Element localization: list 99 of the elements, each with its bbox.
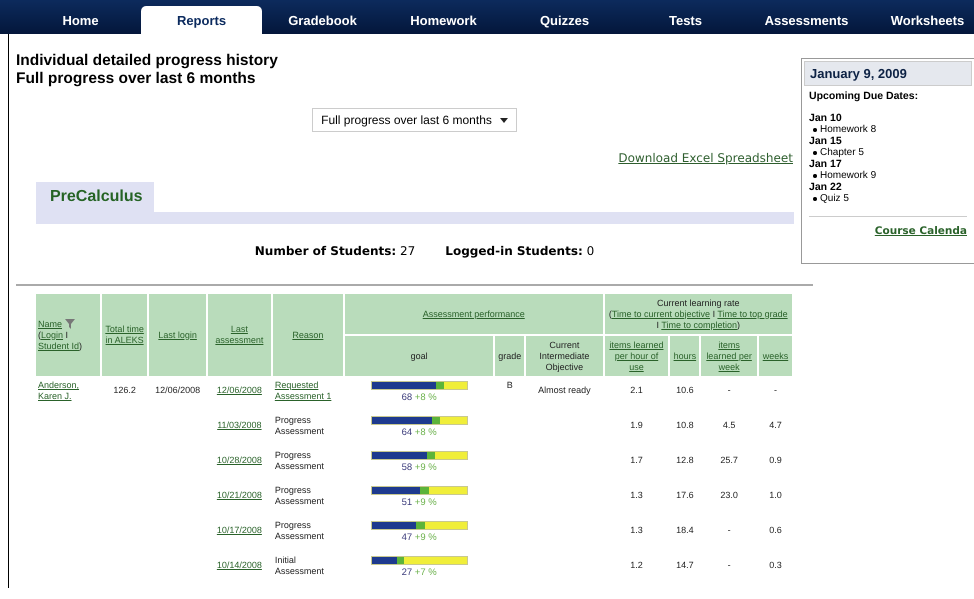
assessment-date-link[interactable]: 10/17/2008 [216,525,262,535]
table-cell: 0.3 [769,560,782,570]
table-cell: B [506,380,513,390]
table-cell: 126.2 [113,385,136,395]
header-link[interactable]: Time to current objective [612,308,710,318]
header-link[interactable]: Login [41,330,64,340]
table-cell: 10.8 [676,420,694,430]
assessment-type: Initial Assessment [274,555,325,577]
download-link[interactable]: Download Excel Spreadsheet [618,151,793,165]
column-header: grade [495,336,524,378]
assessment-date-link[interactable]: 10/21/2008 [216,490,262,500]
score-text: 47 +9 % [400,532,438,543]
bullet-icon [813,174,817,178]
due-date: Jan 10 [809,112,843,124]
due-item: Chapter 5 [820,147,864,158]
column-header-link[interactable]: Reason [292,330,324,340]
table-cell: 1.3 [630,490,643,500]
header-link[interactable]: Student Id [38,340,80,350]
column-header-link[interactable]: items learned per hour of use [606,340,666,372]
due-date: Jan 15 [809,135,843,147]
assessment-date-link[interactable]: 10/28/2008 [216,455,262,465]
stat-text: Number of Students: 27 [254,244,416,258]
table-cell: 12.8 [676,455,694,465]
due-dates-heading: Upcoming Due Dates: [809,90,920,102]
nav-tab[interactable]: Worksheets [867,6,974,34]
assessment-type: Progress Assessment [274,485,325,507]
student-name-link[interactable]: Anderson, Karen J. [38,380,98,402]
stat-text: Logged-in Students: 0 [445,244,594,258]
table-cell: 1.2 [630,560,643,570]
bullet-icon [813,196,817,200]
table-cell: 1.7 [630,455,643,465]
column-header-link[interactable]: Total time in ALEKS [104,324,146,346]
period-dropdown[interactable]: Full progress over last 6 months [312,108,517,132]
due-item: Homework 9 [820,170,876,181]
table-cell: - [728,525,731,535]
calendar-date: January 9, 2009 [804,61,972,86]
bullet-icon [813,128,817,132]
table-cell: 2.1 [630,385,643,395]
score-text: 27 +7 % [400,567,438,578]
table-cell: Almost ready [538,385,591,395]
column-header: Name (Login I Student Id) [36,294,100,378]
column-header-link[interactable]: Assessment performance [422,308,525,318]
score-text: 64 +8 % [400,427,438,438]
nav-tab[interactable]: Homework [383,6,504,34]
score-text: 68 +8 % [400,392,438,403]
column-header-link[interactable]: items learned per week [703,340,755,372]
column-header-link[interactable]: Last login [158,330,197,340]
nav-tab[interactable]: Home [20,6,141,34]
table-cell: 0.6 [769,525,782,535]
nav-tab[interactable]: Assessments [746,6,867,34]
table-cell: 12/06/2008 [155,385,200,395]
bullet-icon [813,150,817,154]
due-date: Jan 17 [809,158,843,170]
table-cell: 17.6 [676,490,694,500]
table-cell: 10.6 [676,385,694,395]
score-text: 51 +9 % [400,497,438,508]
column-group-header: Current learning rate (Time to current objective I Time to top grade I Time to completion) [604,294,792,336]
nav-tab[interactable]: Reports [141,6,262,34]
page-title: Individual detailed progress history [16,52,279,70]
table-cell: 4.5 [722,420,736,430]
assessment-date-link[interactable]: 11/03/2008 [217,420,262,430]
table-cell: 4.7 [769,420,782,430]
assessment-type: Progress Assessment [274,415,325,437]
nav-tab[interactable]: Tests [625,6,746,34]
table-cell: 1.3 [630,525,643,535]
table-cell: - [774,385,777,395]
due-item: Quiz 5 [820,193,849,204]
header-link[interactable]: Time to top grade [717,308,788,318]
assessment-type-link[interactable]: Requested Assessment 1 [274,380,341,402]
column-header: Current Intermediate Objective [526,336,602,378]
due-item: Homework 8 [820,124,876,135]
column-header: goal [344,336,494,378]
column-header-link[interactable]: Last assessment [210,324,269,346]
course-tab[interactable]: PreCalculus [36,182,154,212]
column-header-link[interactable]: weeks [762,350,788,362]
table-cell: - [728,560,731,570]
assessment-type: Progress Assessment [274,450,325,472]
due-date: Jan 22 [809,181,843,193]
table-cell: 1.9 [630,420,643,430]
assessment-type: Progress Assessment [274,520,325,542]
table-cell: 14.7 [676,560,694,570]
header-link[interactable]: Time to completion [661,320,738,330]
assessment-date-link[interactable]: 12/06/2008 [216,385,262,395]
table-cell: 23.0 [720,490,738,500]
table-cell: - [728,385,731,395]
column-header-link[interactable]: Name [38,318,62,328]
score-text: 58 +9 % [400,462,438,473]
page-subtitle: Full progress over last 6 months [16,70,256,88]
table-cell: 25.7 [720,455,738,465]
column-header-link[interactable]: hours [674,350,696,362]
assessment-date-link[interactable]: 10/14/2008 [216,560,262,570]
table-cell: 0.9 [769,455,782,465]
table-cell: 1.0 [769,490,782,500]
course-calendar-link[interactable]: Course Calenda [874,225,967,237]
table-cell: 18.4 [676,525,694,535]
nav-tab[interactable]: Quizzes [504,6,625,34]
filter-icon[interactable] [64,319,75,330]
caret-icon [500,118,508,122]
nav-tab[interactable]: Gradebook [262,6,383,34]
